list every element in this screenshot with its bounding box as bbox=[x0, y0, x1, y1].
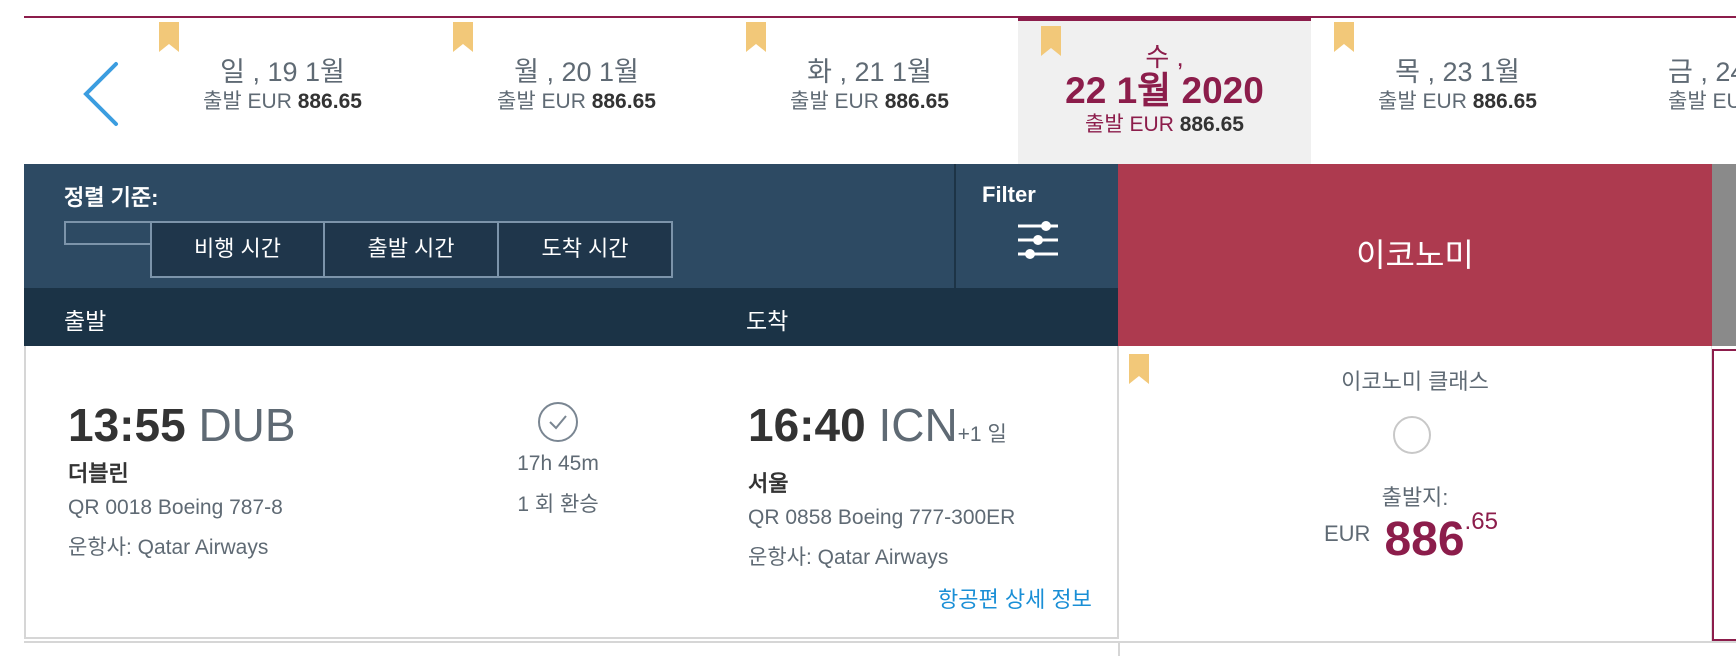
sort-by-arrival-time-button[interactable]: 도착 시간 bbox=[497, 221, 673, 278]
next-flight-row-edge bbox=[24, 641, 1736, 656]
arrival-operator: 운항사: Qatar Airways bbox=[748, 546, 949, 569]
fare-class-label: 이코노미 클래스 bbox=[1341, 369, 1489, 394]
economy-cabin-header[interactable]: 이코노미 bbox=[1118, 164, 1712, 346]
date-tab-fare: 출발 EU bbox=[1668, 90, 1736, 113]
departure-airport-code: DUB bbox=[198, 399, 296, 451]
flight-duration: 17h 45m bbox=[517, 452, 599, 475]
duration-check-icon bbox=[538, 402, 578, 442]
sort-option-blank[interactable] bbox=[64, 221, 150, 245]
fare-amount-integer: 886 bbox=[1384, 513, 1465, 566]
date-tab-fare: 출발 EUR 886.65 bbox=[790, 90, 949, 113]
arrival-airport-code: ICN bbox=[878, 399, 958, 451]
previous-dates-icon[interactable] bbox=[78, 58, 130, 130]
departure-city: 더블린 bbox=[68, 461, 129, 486]
flight-details-link[interactable]: 항공편 상세 정보 bbox=[938, 582, 1092, 614]
date-tab-day: 목 , 23 1월 bbox=[1395, 57, 1520, 87]
bookmark-ribbon-icon bbox=[1334, 22, 1354, 52]
fare-price: EUR 886.65 bbox=[1324, 508, 1498, 567]
fare-currency: EUR bbox=[1324, 521, 1371, 546]
economy-fare-card[interactable]: 이코노미 클래스 출발지: EUR 886.65 bbox=[1118, 346, 1712, 641]
arrival-column-label: 도착 bbox=[746, 308, 789, 334]
date-tab-day: 화 , 21 1월 bbox=[807, 57, 932, 87]
arrival-plus-day: +1 일 bbox=[957, 423, 1007, 446]
bookmark-ribbon-icon bbox=[159, 22, 179, 52]
date-tab-date: 22 1월 2020 bbox=[1065, 70, 1264, 111]
bookmark-ribbon-icon bbox=[1041, 26, 1061, 56]
date-tab-jan-19[interactable]: 일 , 19 1월 출발 EUR 886.65 bbox=[136, 18, 429, 164]
date-tab-jan-21[interactable]: 화 , 21 1월 출발 EUR 886.65 bbox=[723, 18, 1016, 164]
date-tab-fare: 출발 EUR 886.65 bbox=[497, 90, 656, 113]
next-cabin-header-edge bbox=[1712, 164, 1736, 346]
arrival-time: 16:40 ICN+1 일 bbox=[748, 399, 1007, 451]
departure-time: 13:55 DUB bbox=[68, 399, 296, 451]
date-tab-fare: 출발 EUR 886.65 bbox=[203, 90, 362, 113]
date-tab-day: 일 , 19 1월 bbox=[220, 57, 345, 87]
date-tab-fare: 출발 EUR 886.65 bbox=[1085, 113, 1244, 136]
date-tab-day: 금 , 24 1월 bbox=[1668, 57, 1736, 87]
date-tab-jan-24[interactable]: 금 , 24 1월 출발 EU bbox=[1604, 18, 1736, 164]
sort-panel: 정렬 기준: 비행 시간 출발 시간 도착 시간 bbox=[24, 164, 954, 288]
date-tab-day: 월 , 20 1월 bbox=[514, 57, 639, 87]
bookmark-ribbon-icon bbox=[453, 22, 473, 52]
departure-operator: 운항사: Qatar Airways bbox=[68, 536, 269, 559]
filter-button[interactable]: Filter bbox=[954, 164, 1118, 288]
date-tab-jan-23[interactable]: 목 , 23 1월 출발 EUR 886.65 bbox=[1311, 18, 1604, 164]
date-tab-fare: 출발 EUR 886.65 bbox=[1378, 90, 1537, 113]
fare-select-radio[interactable] bbox=[1393, 416, 1431, 454]
flight-stops: 1 회 환승 bbox=[517, 493, 599, 516]
arrival-flight-number: QR 0858 Boeing 777-300ER bbox=[748, 506, 1016, 529]
sort-by-flight-time-button[interactable]: 비행 시간 bbox=[150, 221, 325, 278]
column-header: 출발 도착 bbox=[24, 288, 1118, 346]
flight-card: 13:55 DUB 더블린 QR 0018 Boeing 787-8 운항사: … bbox=[24, 346, 1119, 639]
fare-amount-decimal: .65 bbox=[1464, 508, 1498, 535]
flight-results-page: 일 , 19 1월 출발 EUR 886.65 월 , 20 1월 출발 EUR… bbox=[0, 0, 1736, 656]
filter-label: Filter bbox=[982, 182, 1036, 207]
bookmark-ribbon-icon bbox=[746, 22, 766, 52]
departure-flight-number: QR 0018 Boeing 787-8 bbox=[68, 496, 283, 519]
next-fare-card-edge bbox=[1712, 349, 1736, 641]
departure-column-label: 출발 bbox=[64, 308, 107, 334]
arrival-city: 서울 bbox=[748, 471, 789, 496]
sort-by-departure-time-button[interactable]: 출발 시간 bbox=[323, 221, 499, 278]
date-tab-jan-20[interactable]: 월 , 20 1월 출발 EUR 886.65 bbox=[430, 18, 723, 164]
sliders-icon bbox=[1018, 221, 1058, 259]
date-tab-jan-22-selected[interactable]: 수 , 22 1월 2020 출발 EUR 886.65 bbox=[1018, 16, 1311, 164]
sort-title: 정렬 기준: bbox=[64, 185, 159, 210]
